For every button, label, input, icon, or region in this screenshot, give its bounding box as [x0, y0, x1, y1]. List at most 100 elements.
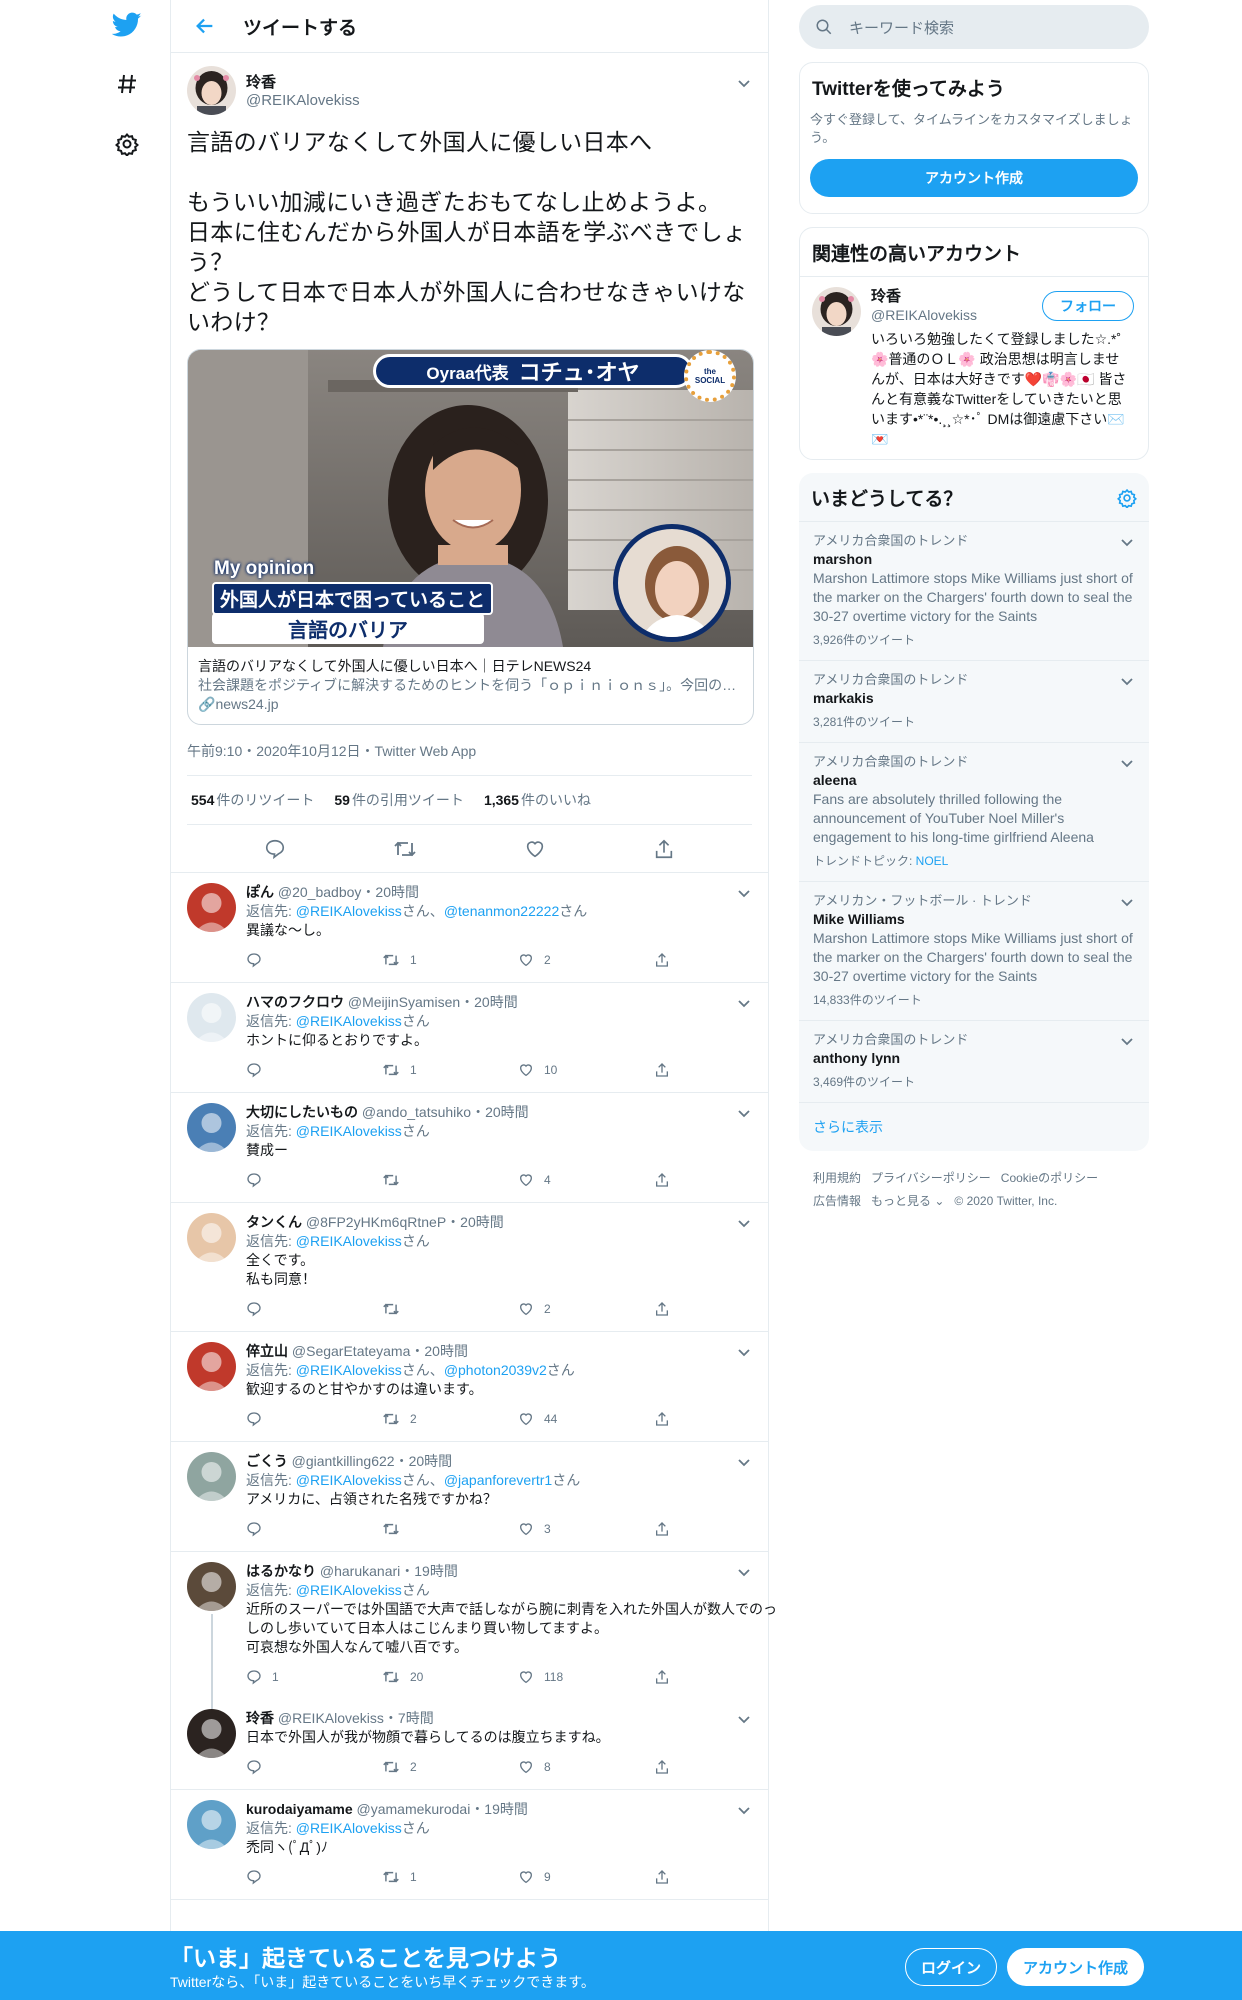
reply-icon[interactable]: [246, 1669, 262, 1685]
reply-author-handle[interactable]: @REIKAlovekiss: [278, 1710, 384, 1726]
reply-tweet[interactable]: はるかなり @harukanari・19時間 返信先: @REIKAlovekis…: [171, 1552, 777, 1714]
like-heart-icon[interactable]: [524, 838, 546, 860]
create-account-button[interactable]: アカウント作成: [810, 159, 1138, 197]
avatar[interactable]: [187, 1103, 236, 1152]
reply-author-name[interactable]: 玲香: [246, 1710, 274, 1726]
twitter-logo-icon[interactable]: [110, 8, 144, 42]
avatar[interactable]: [187, 1709, 236, 1758]
reply-mention[interactable]: @REIKAlovekiss: [296, 1472, 402, 1488]
reply-mention[interactable]: @japanforevertr1: [444, 1472, 552, 1488]
reply-tweet[interactable]: kurodaiyamame @yamamekurodai・19時間 返信先: @R…: [171, 1790, 768, 1900]
reply-author-handle[interactable]: @giantkilling622: [292, 1453, 395, 1469]
retweet-icon[interactable]: [382, 1172, 400, 1188]
chevron-down-icon[interactable]: [734, 1342, 754, 1362]
privacy-link[interactable]: プライバシーポリシー: [871, 1171, 991, 1185]
reply-time[interactable]: ・20時間: [410, 1343, 468, 1359]
reply-tweet[interactable]: 玲香 @REIKAlovekiss・7時間 日本で外国人が我が物顔で暮らしてるのは…: [171, 1699, 768, 1790]
reply-icon[interactable]: [246, 1301, 262, 1317]
chevron-down-icon[interactable]: [1117, 532, 1137, 552]
reply-tweet[interactable]: ハマのフクロウ @MeijinSyamisen・20時間 返信先: @REIKAl…: [171, 983, 768, 1093]
reply-icon[interactable]: [246, 1062, 262, 1078]
share-icon[interactable]: [654, 1869, 670, 1885]
chevron-down-icon[interactable]: [1117, 671, 1137, 691]
reply-time[interactable]: ・20時間: [395, 1453, 453, 1469]
reply-mention[interactable]: @REIKAlovekiss: [296, 1123, 402, 1139]
like-heart-icon[interactable]: [518, 1062, 534, 1078]
link-card[interactable]: Oyraa代表 コチュ･オヤ the SOCIAL My opinion 外国人…: [187, 349, 754, 725]
reply-time[interactable]: ・20時間: [446, 1214, 504, 1230]
retweet-icon[interactable]: [382, 1301, 400, 1317]
trend-item[interactable]: アメリカ合衆国のトレンド markakis 3,281件のツイート: [799, 661, 1149, 743]
author-handle[interactable]: @REIKAlovekiss: [246, 92, 360, 109]
signup-button[interactable]: アカウント作成: [1007, 1948, 1144, 1986]
reply-icon[interactable]: [246, 952, 262, 968]
reply-time[interactable]: ・20時間: [471, 1104, 529, 1120]
reply-icon[interactable]: [246, 1411, 262, 1427]
chevron-down-icon[interactable]: [734, 993, 754, 1013]
reply-author-handle[interactable]: @yamamekurodai: [357, 1801, 471, 1817]
chevron-down-icon[interactable]: [734, 883, 754, 903]
follow-button[interactable]: フォロー: [1042, 291, 1134, 321]
trend-item[interactable]: アメリカ合衆国のトレンド marshon Marshon Lattimore sto…: [799, 522, 1149, 661]
reply-mention[interactable]: @photon2039v2: [444, 1362, 547, 1378]
chevron-down-icon[interactable]: [734, 1800, 754, 1820]
trend-topic-link[interactable]: NOEL: [916, 854, 949, 868]
show-more-link[interactable]: さらに表示: [799, 1103, 1149, 1151]
quotes-stat[interactable]: 59 件の引用ツイート: [334, 790, 464, 810]
reply-author-name[interactable]: 大切にしたいもの: [246, 1104, 358, 1120]
reply-time[interactable]: ・20時間: [361, 884, 419, 900]
avatar[interactable]: [187, 993, 236, 1042]
ads-link[interactable]: 広告情報: [813, 1194, 861, 1208]
reply-author-name[interactable]: ごくう: [246, 1453, 288, 1469]
reply-tweet[interactable]: ぽん @20_badboy・20時間 返信先: @REIKAlovekissさん、…: [171, 873, 768, 983]
share-icon[interactable]: [654, 1301, 670, 1317]
like-heart-icon[interactable]: [518, 1411, 534, 1427]
trend-item[interactable]: アメリカ合衆国のトレンド anthony lynn 3,469件のツイート: [799, 1021, 1149, 1103]
reply-author-name[interactable]: kurodaiyamame: [246, 1801, 353, 1817]
chevron-down-icon[interactable]: [734, 73, 754, 93]
retweet-icon[interactable]: [382, 1869, 400, 1885]
related-account[interactable]: 玲香 @REIKAlovekiss いろいろ勉強したくて登録しました☆.*˚ 🌸…: [800, 277, 1148, 459]
share-icon[interactable]: [654, 1521, 670, 1537]
retweet-icon[interactable]: [382, 1411, 400, 1427]
settings-gear-icon[interactable]: [110, 127, 144, 161]
trend-item[interactable]: アメリカ合衆国のトレンド aleena Fans are absolutely th…: [799, 743, 1149, 882]
reply-author-handle[interactable]: @SegarEtateyama: [292, 1343, 411, 1359]
trend-item[interactable]: アメリカン・フットボール · トレンド Mike Williams Marshon …: [799, 882, 1149, 1021]
retweet-icon[interactable]: [382, 952, 400, 968]
reply-author-handle[interactable]: @ando_tatsuhiko: [362, 1104, 471, 1120]
likes-stat[interactable]: 1,365 件のいいね: [484, 790, 591, 810]
chevron-down-icon[interactable]: [734, 1103, 754, 1123]
share-icon[interactable]: [654, 1411, 670, 1427]
retweet-icon[interactable]: [382, 1669, 400, 1685]
share-icon[interactable]: [654, 952, 670, 968]
retweet-icon[interactable]: [382, 1521, 400, 1537]
reply-author-handle[interactable]: @20_badboy: [278, 884, 362, 900]
share-icon[interactable]: [654, 1759, 670, 1775]
reply-mention[interactable]: @REIKAlovekiss: [296, 1013, 402, 1029]
avatar[interactable]: [187, 1452, 236, 1501]
reply-author-name[interactable]: はるかなり: [246, 1563, 316, 1579]
reply-tweet[interactable]: 大切にしたいもの @ando_tatsuhiko・20時間 返信先: @REIKA…: [171, 1093, 768, 1203]
reply-author-handle[interactable]: @harukanari: [320, 1563, 400, 1579]
like-heart-icon[interactable]: [518, 1759, 534, 1775]
chevron-down-icon[interactable]: [734, 1562, 754, 1582]
reply-time[interactable]: ・7時間: [384, 1710, 434, 1726]
chevron-down-icon[interactable]: [734, 1452, 754, 1472]
reply-tweet[interactable]: ごくう @giantkilling622・20時間 返信先: @REIKAlove…: [171, 1442, 768, 1552]
terms-link[interactable]: 利用規約: [813, 1171, 861, 1185]
reply-mention[interactable]: @REIKAlovekiss: [296, 903, 402, 919]
chevron-down-icon[interactable]: [1117, 753, 1137, 773]
retweets-stat[interactable]: 554 件のリツイート: [191, 790, 314, 810]
chevron-down-icon[interactable]: [1117, 1031, 1137, 1051]
explore-hashtag-icon[interactable]: [110, 67, 144, 101]
retweet-icon[interactable]: [382, 1062, 400, 1078]
reply-author-name[interactable]: ハマのフクロウ: [246, 994, 344, 1010]
retweet-icon[interactable]: [393, 838, 417, 860]
avatar[interactable]: [187, 1213, 236, 1262]
like-heart-icon[interactable]: [518, 1521, 534, 1537]
settings-gear-icon[interactable]: [1117, 488, 1137, 508]
reply-icon[interactable]: [264, 838, 286, 860]
reply-icon[interactable]: [246, 1869, 262, 1885]
share-icon[interactable]: [654, 1172, 670, 1188]
